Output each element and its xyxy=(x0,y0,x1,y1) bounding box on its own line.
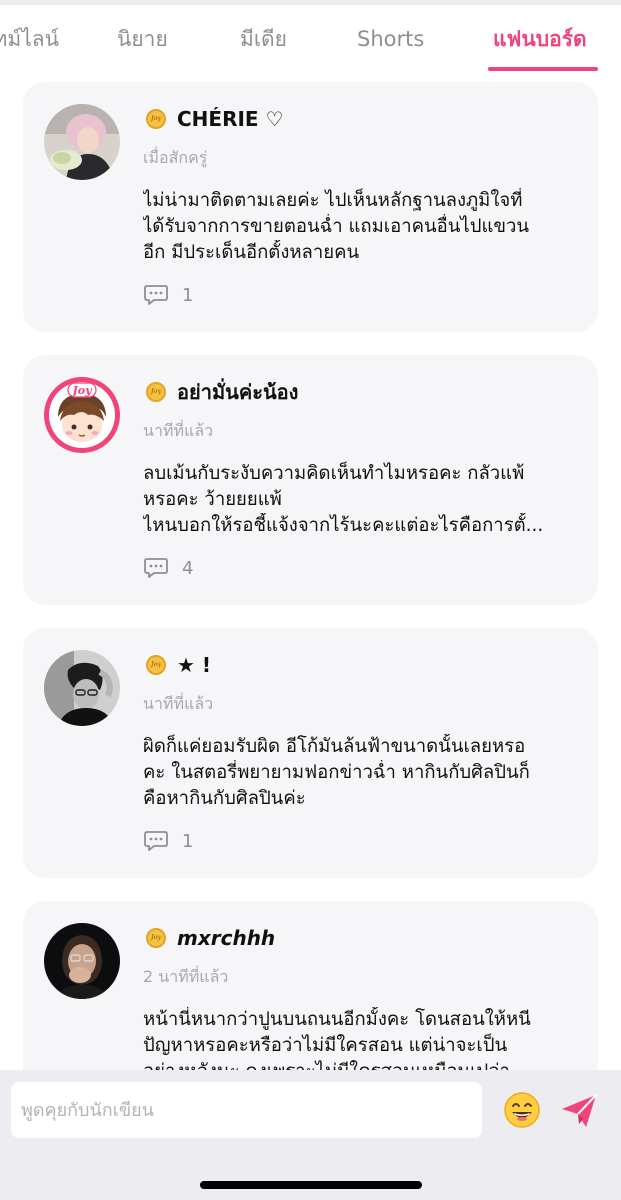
tab-timeline[interactable]: ไทม์ไลน์ xyxy=(0,25,59,53)
timestamp: นาทีที่แล้ว xyxy=(143,421,214,440)
emoji-button[interactable] xyxy=(503,1091,541,1129)
timestamp: 2 นาทีที่แล้ว xyxy=(143,967,229,986)
comment-text: หน้านี่หนากว่าปูนบนถนนอีกมั้งคะ โดนสอนให… xyxy=(143,1009,531,1070)
avatar[interactable]: Joy xyxy=(44,377,120,453)
top-tab-bar: ไทม์ไลน์ นิยาย มีเดีย Shorts แฟนบอร์ด xyxy=(0,5,621,71)
comment-text: ไม่น่ามาติดตามเลยค่ะ ไปเห็นหลักฐานลงภูมิ… xyxy=(143,190,530,263)
comment-card[interactable]: Joy mxrchhh 2 นาทีที่แล้ว หน้านี่หนากว่า… xyxy=(23,901,598,1070)
comment-bubble-icon xyxy=(144,558,168,578)
timestamp: เมื่อสักครู่ xyxy=(143,148,208,167)
reply-count: 1 xyxy=(182,284,194,306)
comment-card[interactable]: Joy ★ ! นาทีที่แล้ว ผิดก็แค่ยอมรับผิด อี… xyxy=(23,628,598,878)
avatar[interactable] xyxy=(44,104,120,180)
username[interactable]: CHÉRIE ♡ xyxy=(177,106,283,132)
man-bw-photo-icon xyxy=(44,650,120,726)
reply-button[interactable]: 4 xyxy=(143,555,193,581)
reply-count: 4 xyxy=(182,557,194,579)
comment-bubble-icon xyxy=(144,831,168,851)
tab-shorts[interactable]: Shorts xyxy=(357,25,424,53)
joy-coin-icon: Joy xyxy=(146,655,166,675)
comment-card[interactable]: Joy Joy อย่ามั่นค่ะน้อง นาทีที่แล้ว ลบเม… xyxy=(23,355,598,605)
paper-plane-send-icon xyxy=(562,1094,597,1127)
joy-coin-icon: Joy xyxy=(146,928,166,948)
joy-coin-icon: Joy xyxy=(146,382,166,402)
send-button[interactable] xyxy=(559,1091,599,1131)
comment-bubble-icon xyxy=(144,285,168,305)
username[interactable]: ★ ! xyxy=(177,652,211,678)
comment-text: ลบเม้นกับระงับความคิดเห็นทำไมหรอคะ กลัวแ… xyxy=(143,463,544,536)
avatar[interactable] xyxy=(44,650,120,726)
reply-count: 1 xyxy=(182,830,194,852)
fanboard-feed[interactable]: Joy CHÉRIE ♡ เมื่อสักครู่ ไม่น่ามาติดตาม… xyxy=(0,71,621,1070)
avatar[interactable] xyxy=(44,923,120,999)
reply-button[interactable]: 1 xyxy=(143,828,193,854)
tab-media[interactable]: มีเดีย xyxy=(240,25,287,53)
tab-fanboard[interactable]: แฟนบอร์ด xyxy=(493,25,587,53)
home-indicator xyxy=(200,1181,422,1189)
username[interactable]: อย่ามั่นค่ะน้อง xyxy=(177,379,298,405)
message-input[interactable] xyxy=(11,1082,482,1138)
comment-composer xyxy=(0,1070,621,1200)
svg-text:Joy: Joy xyxy=(71,384,94,397)
joy-cartoon-boy-avatar-icon: Joy xyxy=(44,377,120,453)
username[interactable]: mxrchhh xyxy=(177,925,275,951)
woman-hand-on-face-photo-icon xyxy=(44,923,120,999)
blonde-woman-photo-icon xyxy=(44,104,120,180)
comment-card[interactable]: Joy CHÉRIE ♡ เมื่อสักครู่ ไม่น่ามาติดตาม… xyxy=(23,82,598,332)
comment-text: ผิดก็แค่ยอมรับผิด อีโก้มันล้นฟ้าขนาดนั้น… xyxy=(143,736,530,809)
timestamp: นาทีที่แล้ว xyxy=(143,694,214,713)
tab-novels[interactable]: นิยาย xyxy=(117,25,168,53)
reply-button[interactable]: 1 xyxy=(143,282,193,308)
grinning-emoji-icon xyxy=(504,1092,540,1128)
joy-coin-icon: Joy xyxy=(146,109,166,129)
